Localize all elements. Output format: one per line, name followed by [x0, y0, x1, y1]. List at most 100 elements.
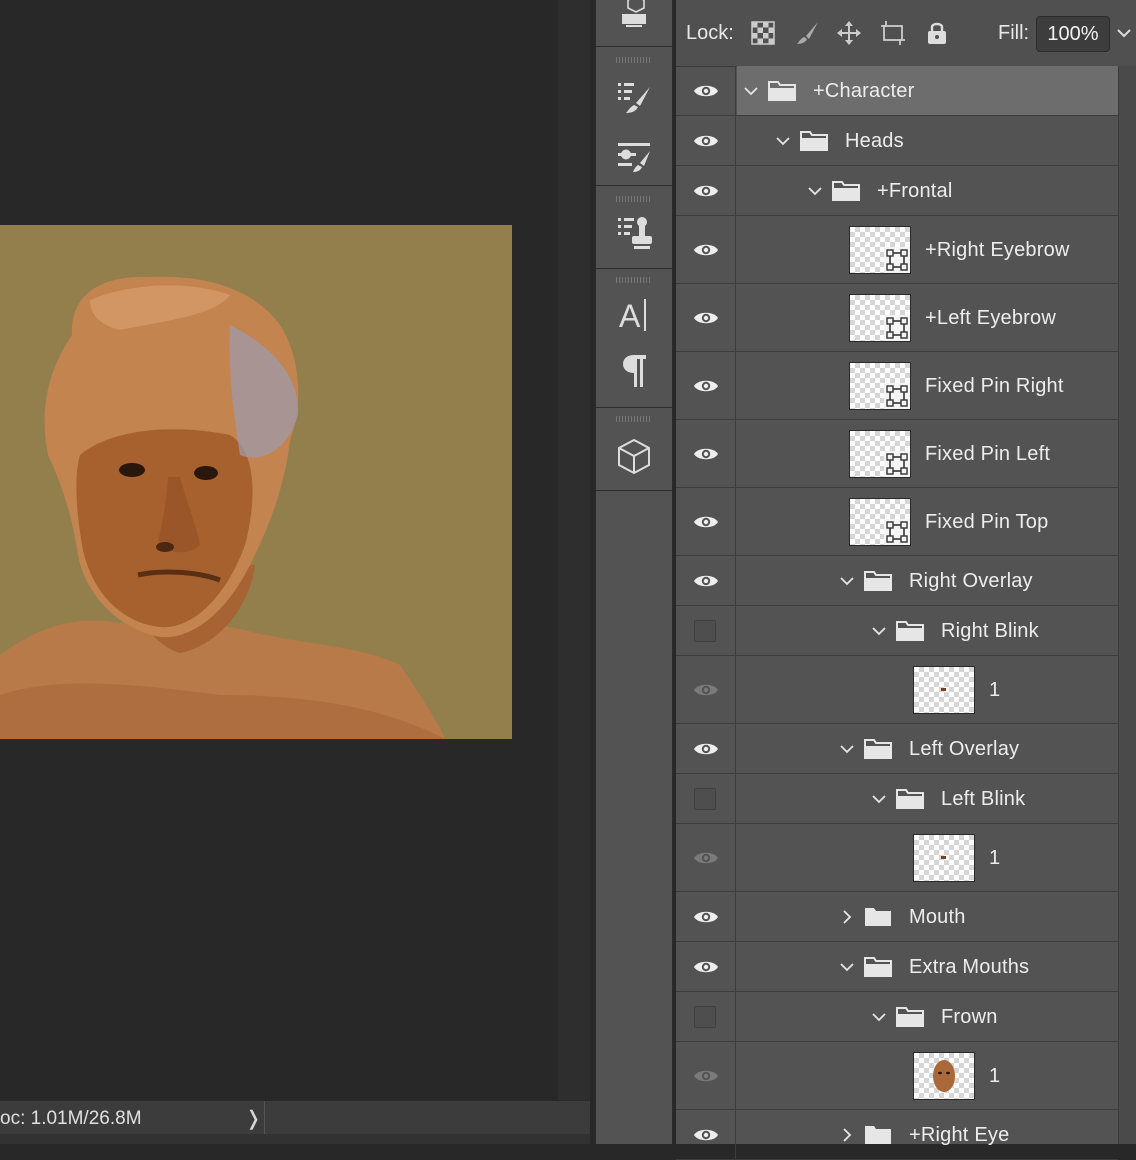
layer-thumbnail[interactable] [913, 1052, 975, 1100]
eye-icon[interactable] [693, 958, 719, 976]
layer-main-cell[interactable]: Extra Mouths [737, 942, 1118, 991]
layer-row[interactable]: Right Overlay [676, 556, 1118, 606]
smart-object-thumbnail[interactable] [849, 498, 911, 546]
visibility-cell[interactable] [676, 892, 736, 941]
chevron-down-icon[interactable] [839, 959, 855, 975]
panel-grip[interactable] [616, 416, 652, 422]
eye-icon[interactable] [693, 241, 719, 259]
layer-main-cell[interactable]: Left Blink [737, 774, 1118, 823]
layer-row[interactable]: Frown [676, 992, 1118, 1042]
layer-main-cell[interactable]: Left Overlay [737, 724, 1118, 773]
visibility-cell[interactable] [676, 216, 736, 283]
chevron-right-icon[interactable] [839, 909, 855, 925]
panel-grip[interactable] [616, 196, 652, 202]
eye-icon[interactable] [693, 132, 719, 150]
layer-main-cell[interactable]: Fixed Pin Right [737, 352, 1118, 419]
layer-row[interactable]: +Frontal [676, 166, 1118, 216]
layer-row[interactable]: Extra Mouths [676, 942, 1118, 992]
visibility-cell[interactable] [676, 116, 736, 165]
eye-icon[interactable] [693, 740, 719, 758]
visibility-cell[interactable] [676, 724, 736, 773]
document-canvas[interactable] [0, 0, 558, 1100]
visibility-cell[interactable] [676, 1110, 736, 1159]
visibility-cell[interactable] [676, 824, 736, 891]
smart-object-thumbnail[interactable] [849, 294, 911, 342]
eye-icon[interactable] [693, 377, 719, 395]
visibility-cell[interactable] [676, 992, 736, 1041]
visibility-cell[interactable] [676, 284, 736, 351]
visibility-cell[interactable] [676, 420, 736, 487]
layer-row[interactable]: +Right Eyebrow [676, 216, 1118, 284]
chevron-down-icon[interactable] [871, 1009, 887, 1025]
layer-row[interactable]: Fixed Pin Left [676, 420, 1118, 488]
layer-thumbnail[interactable] [913, 834, 975, 882]
layer-main-cell[interactable]: Fixed Pin Top [737, 488, 1118, 555]
visibility-off-box[interactable] [694, 1006, 716, 1028]
layer-main-cell[interactable]: 1 [737, 1042, 1118, 1109]
layer-row[interactable]: 1 [676, 824, 1118, 892]
layer-row[interactable]: Left Overlay [676, 724, 1118, 774]
smart-object-thumbnail[interactable] [849, 226, 911, 274]
smart-object-thumbnail[interactable] [849, 362, 911, 410]
layer-row[interactable]: Heads [676, 116, 1118, 166]
eye-icon[interactable] [693, 681, 719, 699]
visibility-cell[interactable] [676, 942, 736, 991]
layer-main-cell[interactable]: 1 [737, 824, 1118, 891]
horizontal-scrollbar[interactable] [0, 1134, 590, 1144]
visibility-off-box[interactable] [694, 620, 716, 642]
eye-icon[interactable] [693, 445, 719, 463]
character-icon[interactable]: A [614, 295, 654, 335]
eye-icon[interactable] [693, 908, 719, 926]
layer-row[interactable]: +Left Eyebrow [676, 284, 1118, 352]
layer-row[interactable]: Fixed Pin Right [676, 352, 1118, 420]
layers-scrollbar[interactable] [1118, 66, 1136, 1144]
eye-icon[interactable] [693, 309, 719, 327]
chevron-down-icon[interactable] [839, 573, 855, 589]
3d-icon[interactable] [614, 436, 654, 476]
chevron-down-icon[interactable] [871, 791, 887, 807]
chevron-down-icon[interactable] [743, 83, 759, 99]
clone-source-icon[interactable] [614, 214, 654, 254]
layer-row[interactable]: Right Blink [676, 606, 1118, 656]
chevron-down-icon[interactable] [807, 183, 823, 199]
visibility-cell[interactable] [676, 556, 736, 605]
lock-transparent-pixels-icon[interactable] [750, 20, 776, 46]
visibility-off-box[interactable] [694, 788, 716, 810]
layer-main-cell[interactable]: Mouth [737, 892, 1118, 941]
chevron-down-icon[interactable] [1112, 18, 1136, 48]
layer-row[interactable]: 1 [676, 656, 1118, 724]
lock-artboard-icon[interactable] [880, 20, 906, 46]
eye-icon[interactable] [693, 1067, 719, 1085]
layer-row[interactable]: Mouth [676, 892, 1118, 942]
panel-grip[interactable] [616, 277, 652, 283]
visibility-cell[interactable] [676, 1042, 736, 1109]
smart-object-thumbnail[interactable] [849, 430, 911, 478]
layer-main-cell[interactable]: +Frontal [737, 166, 1118, 215]
eye-icon[interactable] [693, 849, 719, 867]
brush-presets-icon[interactable] [614, 135, 654, 175]
panel-grip[interactable] [616, 57, 652, 63]
3d-material-icon[interactable] [614, 0, 654, 34]
eye-icon[interactable] [693, 572, 719, 590]
layer-row[interactable]: +Character [676, 66, 1118, 116]
layer-main-cell[interactable]: +Left Eyebrow [737, 284, 1118, 351]
layer-main-cell[interactable]: 1 [737, 656, 1118, 723]
visibility-cell[interactable] [676, 488, 736, 555]
status-bar-menu-arrow[interactable]: ❭ [245, 1106, 262, 1131]
paragraph-icon[interactable] [614, 351, 654, 391]
chevron-down-icon[interactable] [839, 741, 855, 757]
chevron-right-icon[interactable] [839, 1127, 855, 1143]
visibility-cell[interactable] [676, 606, 736, 655]
fill-opacity-field[interactable]: 100% [1036, 16, 1110, 52]
layer-main-cell[interactable]: +Right Eye [737, 1110, 1118, 1159]
layer-main-cell[interactable]: Right Overlay [737, 556, 1118, 605]
visibility-cell[interactable] [676, 166, 736, 215]
chevron-down-icon[interactable] [871, 623, 887, 639]
visibility-cell[interactable] [676, 656, 736, 723]
layer-row[interactable]: Fixed Pin Top [676, 488, 1118, 556]
visibility-cell[interactable] [676, 352, 736, 419]
eye-icon[interactable] [693, 1126, 719, 1144]
layer-main-cell[interactable]: Heads [737, 116, 1118, 165]
visibility-cell[interactable] [676, 66, 736, 115]
lock-all-icon[interactable] [924, 20, 950, 46]
